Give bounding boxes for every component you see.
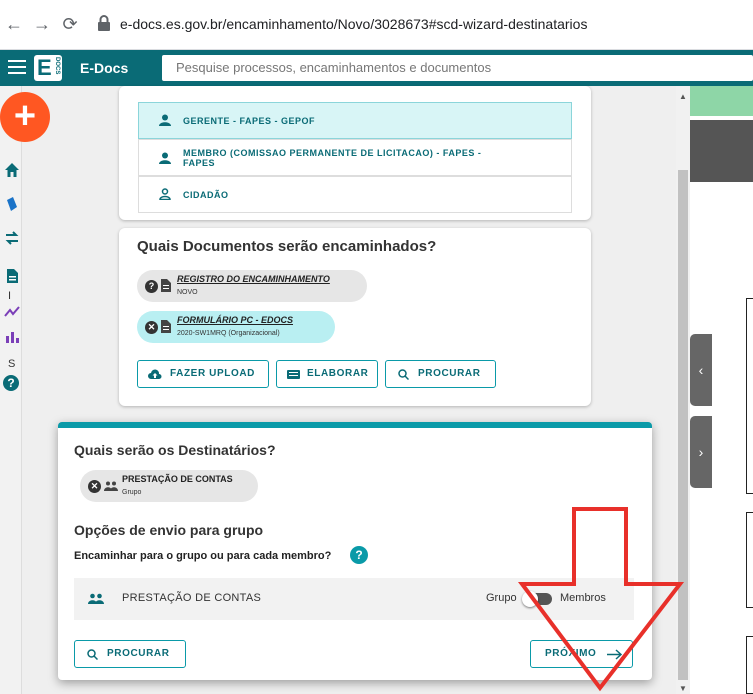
procurar-recipients-button[interactable]: PROCURAR <box>74 640 186 668</box>
cloud-upload-icon <box>148 369 162 379</box>
forward-icon[interactable]: → <box>32 14 52 34</box>
transfer-icon[interactable] <box>4 230 20 246</box>
next-button-label: PRÓXIMO <box>545 648 597 659</box>
preview-document-1 <box>746 298 753 494</box>
book-icon[interactable] <box>4 196 20 212</box>
upload-button[interactable]: FAZER UPLOAD <box>137 360 269 388</box>
sender-option-gerente[interactable]: GERENTE - FAPES - GEPOF <box>138 102 572 139</box>
search-input[interactable]: Pesquise processos, encaminhamentos e do… <box>162 55 753 81</box>
person-outline-icon <box>159 188 171 200</box>
sender-option-cidadao[interactable]: CIDADÃO <box>138 176 572 213</box>
arrow-right-icon <box>607 649 623 660</box>
search-icon <box>87 649 98 660</box>
note-icon <box>287 370 300 379</box>
upload-button-label: FAZER UPLOAD <box>170 368 255 379</box>
search-icon <box>398 369 409 380</box>
menu-icon[interactable] <box>8 60 26 74</box>
document-icon[interactable] <box>4 268 20 284</box>
expand-right-icon[interactable]: › <box>690 416 712 488</box>
right-panel-dark-bar <box>690 120 753 182</box>
document-sub: NOVO <box>177 289 198 296</box>
sidebar-text-i: I <box>8 290 12 302</box>
option-membros-label: Membros <box>560 592 606 604</box>
scroll-down-icon[interactable]: ▼ <box>679 684 687 693</box>
elaborar-button[interactable]: ELABORAR <box>276 360 378 388</box>
scroll-thumb[interactable] <box>678 170 688 680</box>
file-icon <box>161 279 171 292</box>
sidebar-help-icon[interactable]: ? <box>3 375 19 391</box>
remove-circle-icon[interactable]: ✕ <box>145 321 158 334</box>
recipients-modal: Quais serão os Destinatários? ✕ PRESTAÇÃ… <box>58 422 652 680</box>
option-grupo-label: Grupo <box>486 592 517 604</box>
next-button[interactable]: PRÓXIMO <box>530 640 633 668</box>
file-icon <box>161 320 171 333</box>
help-circle-icon[interactable]: ? <box>145 280 158 293</box>
procurar-button-label: PROCURAR <box>418 368 481 379</box>
collapse-left-icon[interactable]: ‹ <box>690 334 712 406</box>
edocs-logo: E DOCS <box>34 55 62 81</box>
procurar-recipients-label: PROCURAR <box>107 648 170 659</box>
preview-document-3 <box>746 636 753 694</box>
group-icon <box>104 481 118 491</box>
logo-small-text: DOCS <box>54 57 60 75</box>
elaborar-button-label: ELABORAR <box>307 368 369 379</box>
preview-document-2 <box>746 512 753 608</box>
document-name: FORMULÁRIO PC - EDOCS <box>177 315 293 325</box>
sender-label: GERENTE - FAPES - GEPOF <box>183 116 316 126</box>
sender-label: CIDADÃO <box>183 190 229 200</box>
person-icon <box>159 152 171 164</box>
new-plus-button[interactable]: + <box>0 92 50 142</box>
sender-label-line2: FAPES <box>183 158 216 168</box>
logo-letter: E <box>37 55 52 80</box>
recipient-type: Grupo <box>122 489 142 496</box>
back-icon[interactable]: ← <box>4 14 24 34</box>
document-chip-formulario[interactable]: ✕ FORMULÁRIO PC - EDOCS 2020-SW1MRQ (Org… <box>137 311 335 343</box>
document-chip-registro[interactable]: ? REGISTRO DO ENCAMINHAMENTO NOVO <box>137 270 367 302</box>
group-question: Encaminhar para o grupo ou para cada mem… <box>74 550 332 562</box>
app-brand: E-Docs <box>80 60 129 76</box>
grupo-membros-toggle[interactable] <box>522 591 552 607</box>
question-help-icon[interactable]: ? <box>350 546 368 564</box>
group-option-row: PRESTAÇÃO DE CONTAS Grupo Membros <box>74 578 634 620</box>
group-icon <box>88 593 104 604</box>
recipient-name: PRESTAÇÃO DE CONTAS <box>122 474 233 484</box>
recipient-chip[interactable]: ✕ PRESTAÇÃO DE CONTAS Grupo <box>80 470 258 502</box>
documents-title: Quais Documentos serão encaminhados? <box>137 238 437 255</box>
group-row-name: PRESTAÇÃO DE CONTAS <box>122 592 262 604</box>
sender-label: MEMBRO (COMISSAO PERMANENTE DE LICITACAO… <box>183 148 482 158</box>
sidebar-text-s: S <box>8 358 16 370</box>
reload-icon[interactable]: ⟳ <box>60 14 80 34</box>
browser-toolbar: ← → ⟳ e-docs.es.gov.br/encaminhamento/No… <box>0 0 753 50</box>
document-name: REGISTRO DO ENCAMINHAMENTO <box>177 274 330 284</box>
lock-icon <box>98 15 110 31</box>
document-sub: 2020-SW1MRQ (Organizacional) <box>177 330 280 337</box>
sender-option-membro[interactable]: MEMBRO (COMISSAO PERMANENTE DE LICITACAO… <box>138 139 572 176</box>
home-icon[interactable] <box>4 162 20 178</box>
person-icon <box>159 114 171 126</box>
recipients-title: Quais serão os Destinatários? <box>74 442 276 458</box>
trend-icon[interactable] <box>4 304 20 320</box>
procurar-documents-button[interactable]: PROCURAR <box>385 360 496 388</box>
bar-chart-icon[interactable] <box>4 328 20 344</box>
right-panel-green-bar <box>690 86 753 116</box>
group-options-title: Opções de envio para grupo <box>74 522 264 538</box>
address-bar[interactable]: e-docs.es.gov.br/encaminhamento/Novo/302… <box>120 16 587 32</box>
scroll-up-icon[interactable]: ▲ <box>679 92 687 101</box>
remove-circle-icon[interactable]: ✕ <box>88 480 101 493</box>
